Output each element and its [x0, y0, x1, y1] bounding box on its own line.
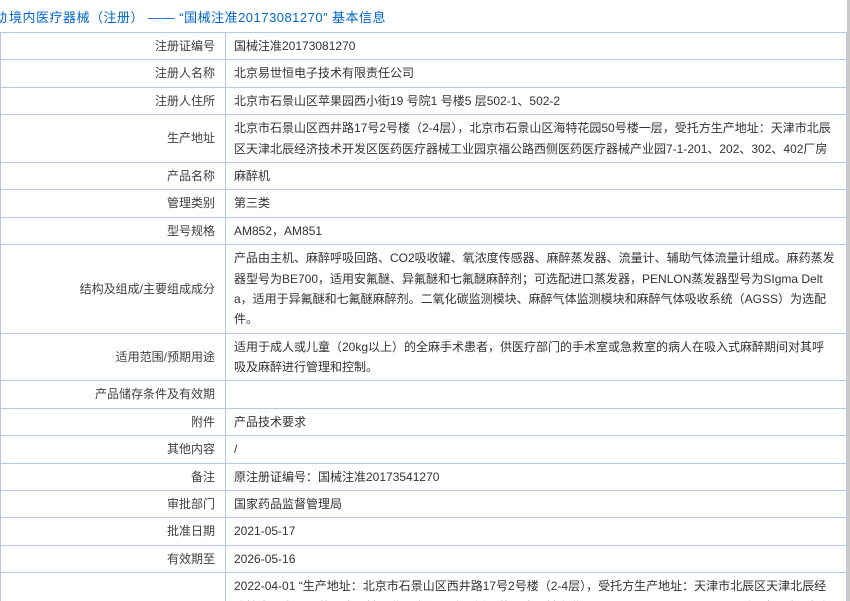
row-value-text: 2021-05-17: [234, 524, 295, 538]
row-value-text: 原注册证编号：国械注准20173541270: [234, 470, 439, 484]
row-value: 麻醉机: [226, 162, 847, 189]
row-label-text: 批准日期: [167, 524, 215, 538]
row-value: 国械注准20173081270: [226, 33, 847, 60]
row-label-text: 注册人名称: [155, 66, 215, 80]
info-table-body: 注册证编号 国械注准20173081270 注册人名称 北京易世恒电子技术有限责任公司…: [1, 33, 847, 601]
row-label-text: 产品储存条件及有效期: [95, 387, 215, 401]
row-label: 有效期至: [1, 545, 226, 572]
row-label: 生产地址: [1, 115, 226, 163]
row-label-text: 适用范围/预期用途: [116, 350, 215, 364]
row-value-text: 北京市石景山区苹果园西小街19 号院1 号楼5 层502-1、502-2: [234, 94, 560, 108]
row-value-text: 北京市石景山区西井路17号2号楼（2-4层），北京市石景山区海特花园50号楼一层…: [234, 121, 831, 155]
row-label: 附件: [1, 408, 226, 435]
info-table: 注册证编号 国械注准20173081270 注册人名称 北京易世恒电子技术有限责任公司…: [0, 32, 847, 601]
row-label: 结构及组成/主要组成成分: [1, 245, 226, 334]
row-value-text: 适用于成人或儿童（20kg以上）的全麻手术患者，供医疗部门的手术室或急救室的病人…: [234, 340, 824, 374]
row-value: /: [226, 436, 847, 463]
table-row: 有效期至 2026-05-16: [1, 545, 847, 572]
table-row: 适用范围/预期用途 适用于成人或儿童（20kg以上）的全麻手术患者，供医疗部门的手…: [1, 333, 847, 381]
table-row: 型号规格 AM852，AM851: [1, 217, 847, 244]
row-value: 北京易世恒电子技术有限责任公司: [226, 60, 847, 87]
row-value: 2021-05-17: [226, 518, 847, 545]
row-value: AM852，AM851: [226, 217, 847, 244]
registration-detail-page: 动 境内医疗器械（注册） —— “国械注准20173081270” 基本信息 注…: [0, 0, 847, 601]
row-value-text: 产品技术要求: [234, 415, 306, 429]
row-value: 北京市石景山区苹果园西小街19 号院1 号楼5 层502-1、502-2: [226, 87, 847, 114]
row-value: 2026-05-16: [226, 545, 847, 572]
table-row: 审批部门 国家药品监督管理局: [1, 491, 847, 518]
row-label: 审批部门: [1, 491, 226, 518]
row-value: 原注册证编号：国械注准20173541270: [226, 463, 847, 490]
table-row: 产品储存条件及有效期: [1, 381, 847, 408]
row-label: 产品名称: [1, 162, 226, 189]
row-value: 适用于成人或儿童（20kg以上）的全麻手术患者，供医疗部门的手术室或急救室的病人…: [226, 333, 847, 381]
table-row: 结构及组成/主要组成成分 产品由主机、麻醉呼吸回路、CO2吸收罐、氧浓度传感器、麻…: [1, 245, 847, 334]
row-value-text: 北京易世恒电子技术有限责任公司: [234, 66, 414, 80]
row-label: 注册人住所: [1, 87, 226, 114]
table-row: 其他内容 /: [1, 436, 847, 463]
row-value-text: /: [234, 442, 237, 456]
row-label-text: 管理类别: [167, 196, 215, 210]
table-row: 注册人名称 北京易世恒电子技术有限责任公司: [1, 60, 847, 87]
row-label: 变更情况: [1, 573, 226, 601]
row-value: 产品由主机、麻醉呼吸回路、CO2吸收罐、氧浓度传感器、麻醉蒸发器、流量计、辅助气…: [226, 245, 847, 334]
table-row: 变更情况 2022-04-01 “生产地址：北京市石景山区西井路17号2号楼（2-…: [1, 573, 847, 601]
row-value: [226, 381, 847, 408]
row-value: 产品技术要求: [226, 408, 847, 435]
title-icon: 动: [0, 7, 7, 26]
row-value-text: 2026-05-16: [234, 552, 295, 566]
row-value: 2022-04-01 “生产地址：北京市石景山区西井路17号2号楼（2-4层），…: [226, 573, 847, 601]
row-label-text: 审批部门: [167, 497, 215, 511]
row-label: 注册证编号: [1, 33, 226, 60]
row-label-text: 产品名称: [167, 169, 215, 183]
table-row: 注册证编号 国械注准20173081270: [1, 33, 847, 60]
row-label-text: 注册证编号: [155, 39, 215, 53]
row-label: 管理类别: [1, 190, 226, 217]
table-row: 管理类别 第三类: [1, 190, 847, 217]
row-label-text: 生产地址: [167, 131, 215, 145]
row-label: 产品储存条件及有效期: [1, 381, 226, 408]
row-label: 型号规格: [1, 217, 226, 244]
row-value-text: AM852，AM851: [234, 224, 322, 238]
page-title: 境内医疗器械（注册） —— “国械注准20173081270” 基本信息: [9, 7, 386, 26]
row-label: 适用范围/预期用途: [1, 333, 226, 381]
row-label: 批准日期: [1, 518, 226, 545]
table-row: 产品名称 麻醉机: [1, 162, 847, 189]
table-row: 附件 产品技术要求: [1, 408, 847, 435]
row-label-text: 型号规格: [167, 224, 215, 238]
page-header: 动 境内医疗器械（注册） —— “国械注准20173081270” 基本信息: [0, 0, 847, 32]
table-row: 生产地址 北京市石景山区西井路17号2号楼（2-4层），北京市石景山区海特花园50…: [1, 115, 847, 163]
row-value: 第三类: [226, 190, 847, 217]
row-value: 国家药品监督管理局: [226, 491, 847, 518]
row-label-text: 注册人住所: [155, 94, 215, 108]
row-value-text: 2022-04-01 “生产地址：北京市石景山区西井路17号2号楼（2-4层），…: [234, 579, 832, 601]
row-value: 北京市石景山区西井路17号2号楼（2-4层），北京市石景山区海特花园50号楼一层…: [226, 115, 847, 163]
row-value-text: 麻醉机: [234, 169, 270, 183]
row-label-text: 有效期至: [167, 552, 215, 566]
row-value-text: 产品由主机、麻醉呼吸回路、CO2吸收罐、氧浓度传感器、麻醉蒸发器、流量计、辅助气…: [234, 251, 835, 326]
row-label: 其他内容: [1, 436, 226, 463]
table-row: 注册人住所 北京市石景山区苹果园西小街19 号院1 号楼5 层502-1、502-…: [1, 87, 847, 114]
table-row: 备注 原注册证编号：国械注准20173541270: [1, 463, 847, 490]
row-label: 备注: [1, 463, 226, 490]
row-value-text: 国家药品监督管理局: [234, 497, 342, 511]
table-row: 批准日期 2021-05-17: [1, 518, 847, 545]
row-value-text: 国械注准20173081270: [234, 39, 355, 53]
row-label-text: 附件: [191, 415, 215, 429]
row-label-text: 结构及组成/主要组成成分: [80, 282, 215, 296]
row-label-text: 备注: [191, 470, 215, 484]
row-value-text: 第三类: [234, 196, 270, 210]
row-label: 注册人名称: [1, 60, 226, 87]
row-label-text: 其他内容: [167, 442, 215, 456]
